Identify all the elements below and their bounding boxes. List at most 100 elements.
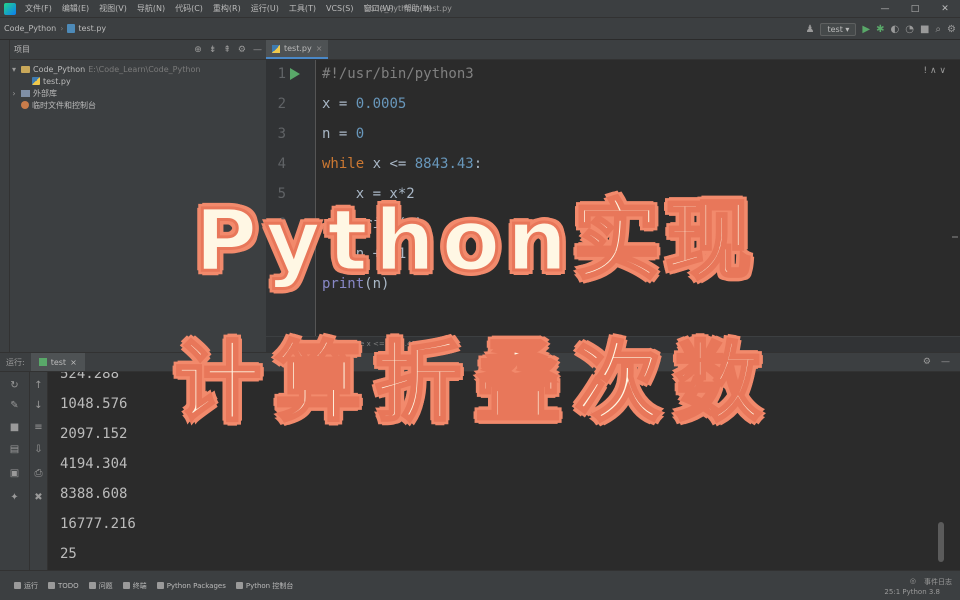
- menu-edit[interactable]: 编辑(E): [57, 3, 94, 14]
- collapse-icon[interactable]: ⇟: [209, 45, 217, 55]
- close-run-tab-icon[interactable]: ×: [70, 358, 77, 367]
- coverage-icon[interactable]: ◐: [891, 24, 900, 35]
- packages-icon: [156, 582, 164, 589]
- console-line: 524.288: [60, 372, 120, 382]
- arrow-up-icon[interactable]: ↑: [30, 380, 47, 391]
- statusbar-terminal[interactable]: 终端: [122, 581, 147, 591]
- code-area[interactable]: #!/usr/bin/python3 x = 0.0005 n = 0 whil…: [316, 60, 946, 352]
- run-panel-header: 运行: test × ⚙ —: [0, 352, 960, 372]
- wrench-icon[interactable]: ✎: [0, 400, 29, 411]
- code-token: :: [473, 156, 483, 172]
- statusbar-problems[interactable]: 问题: [88, 581, 113, 591]
- menu-code[interactable]: 代码(C): [170, 3, 208, 14]
- project-panel: 项目 ⊕ ⇟ ⇞ ⚙ — ▾ Code_Python E:\Code_Learn…: [10, 40, 266, 352]
- statusbar-python-console[interactable]: Python 控制台: [235, 581, 293, 591]
- run-tab-label: test: [50, 357, 67, 367]
- menu-view[interactable]: 视图(V): [94, 3, 132, 14]
- code-line-8: print(n): [322, 276, 389, 292]
- console-line: 25: [60, 546, 77, 562]
- arrow-down-icon[interactable]: ↓: [30, 400, 47, 411]
- soft-wrap-icon[interactable]: ≡: [30, 422, 47, 433]
- minimize-button[interactable]: —: [870, 0, 900, 18]
- python-console-icon: [235, 582, 243, 589]
- tree-item-external-libs[interactable]: › 外部库: [10, 87, 266, 99]
- chevron-right-icon[interactable]: ›: [10, 89, 18, 98]
- stop-icon[interactable]: ■: [0, 422, 29, 433]
- settings-icon[interactable]: ⚙: [947, 24, 956, 35]
- run-button[interactable]: ▶: [862, 24, 870, 35]
- status-bar: 运行 TODO 问题 终端 Python Packages Python 控制台…: [0, 570, 960, 600]
- event-log-icon: ◎: [909, 577, 916, 585]
- editor-breadcrumb[interactable]: while x <= 8843.43: [266, 336, 960, 352]
- run-tab-test[interactable]: test ×: [30, 353, 85, 371]
- print-icon[interactable]: ⎙: [30, 468, 47, 479]
- trash-icon[interactable]: ✖: [30, 492, 47, 503]
- hide-icon[interactable]: —: [253, 45, 262, 55]
- tree-item-scratches[interactable]: 临时文件和控制台: [10, 99, 266, 111]
- statusbar-run[interactable]: 运行: [14, 581, 38, 591]
- inspection-widget[interactable]: ! ∧ ∨: [923, 66, 946, 76]
- menu-tools[interactable]: 工具(T): [284, 3, 321, 14]
- code-token: 8843.43: [414, 156, 474, 172]
- tab-test-py[interactable]: test.py ×: [266, 40, 329, 59]
- run-toolbar-left: ↻ ✎ ■ ▤ ▣ ✦: [0, 372, 30, 570]
- statusbar-todo[interactable]: TODO: [48, 582, 79, 590]
- code-token: 0: [355, 126, 365, 142]
- editor-tab-bar: test.py ×: [266, 40, 960, 60]
- breadcrumb-file-label: test.py: [78, 24, 107, 33]
- python-file-icon: [67, 24, 76, 33]
- code-token: while: [322, 156, 365, 172]
- code-line-7: n += 1: [322, 246, 407, 262]
- code-line-5: x = x*2: [322, 186, 415, 202]
- code-editor: test.py × 1 2 3 4 5 6 7 8 #!/usr/bin/pyt…: [266, 40, 960, 352]
- statusbar-python-packages[interactable]: Python Packages: [156, 582, 226, 590]
- locate-icon[interactable]: ⊕: [194, 45, 202, 55]
- search-icon[interactable]: ⌕: [935, 24, 941, 35]
- console-output[interactable]: 524.288 1048.576 2097.152 4194.304 8388.…: [48, 372, 948, 570]
- debug-button[interactable]: ✱: [876, 24, 884, 35]
- console-scrollbar[interactable]: [938, 522, 944, 562]
- menu-refactor[interactable]: 重构(R): [208, 3, 246, 14]
- scratch-icon: [21, 101, 29, 109]
- maximize-button[interactable]: □: [900, 0, 930, 18]
- stop-icon[interactable]: ■: [920, 24, 929, 35]
- navigation-bar: Code_Python › test.py ♟ test ▾ ▶ ✱ ◐ ◔ ■…: [0, 18, 960, 40]
- scroll-end-icon[interactable]: ⇩: [30, 444, 47, 455]
- gear-icon[interactable]: ⚙: [923, 357, 931, 367]
- run-config-label: test: [827, 24, 843, 34]
- menu-file[interactable]: 文件(F): [20, 3, 57, 14]
- line-number: 1: [277, 66, 286, 82]
- menu-run[interactable]: 运行(U): [246, 3, 284, 14]
- project-panel-title[interactable]: 项目: [14, 44, 194, 55]
- editor-scroll-gutter[interactable]: [948, 60, 960, 352]
- gear-icon[interactable]: ⚙: [238, 45, 246, 55]
- code-token: =: [330, 96, 356, 112]
- line-number: 2: [277, 96, 286, 112]
- event-log[interactable]: ◎ 事件日志: [910, 577, 952, 587]
- menu-vcs[interactable]: VCS(S): [321, 4, 358, 13]
- layout-icon[interactable]: ▤: [0, 444, 29, 455]
- tree-item-test-py[interactable]: test.py: [10, 75, 266, 87]
- pin-icon[interactable]: ✦: [0, 492, 29, 503]
- user-icon[interactable]: ♟: [806, 24, 815, 35]
- statusbar-label: TODO: [58, 581, 79, 590]
- window-title: Code_Python - test.py: [364, 4, 452, 13]
- breadcrumb-file[interactable]: test.py: [63, 24, 110, 33]
- expand-icon[interactable]: ⇞: [223, 45, 231, 55]
- run-config-select[interactable]: test ▾: [820, 22, 857, 36]
- statusbar-label: 终端: [132, 581, 147, 590]
- chevron-down-icon[interactable]: ▾: [10, 65, 18, 74]
- menu-navigate[interactable]: 导航(N): [132, 3, 170, 14]
- camera-icon[interactable]: ▣: [0, 468, 29, 479]
- run-toolbar-right: ↑ ↓ ≡ ⇩ ⎙ ✖: [30, 372, 48, 570]
- hide-icon[interactable]: —: [941, 357, 950, 367]
- close-window-button[interactable]: ✕: [930, 0, 960, 18]
- tree-item-root[interactable]: ▾ Code_Python E:\Code_Learn\Code_Python: [10, 63, 266, 75]
- cursor-position[interactable]: 25:1 Python 3.8: [884, 588, 940, 596]
- close-tab-icon[interactable]: ×: [316, 44, 323, 53]
- run-gutter-icon[interactable]: [290, 68, 300, 80]
- run-toolbar: ♟ test ▾ ▶ ✱ ◐ ◔ ■ ⌕ ⚙: [806, 20, 956, 38]
- breadcrumb-project[interactable]: Code_Python: [0, 24, 60, 33]
- rerun-icon[interactable]: ↻: [0, 380, 29, 391]
- profile-icon[interactable]: ◔: [905, 24, 914, 35]
